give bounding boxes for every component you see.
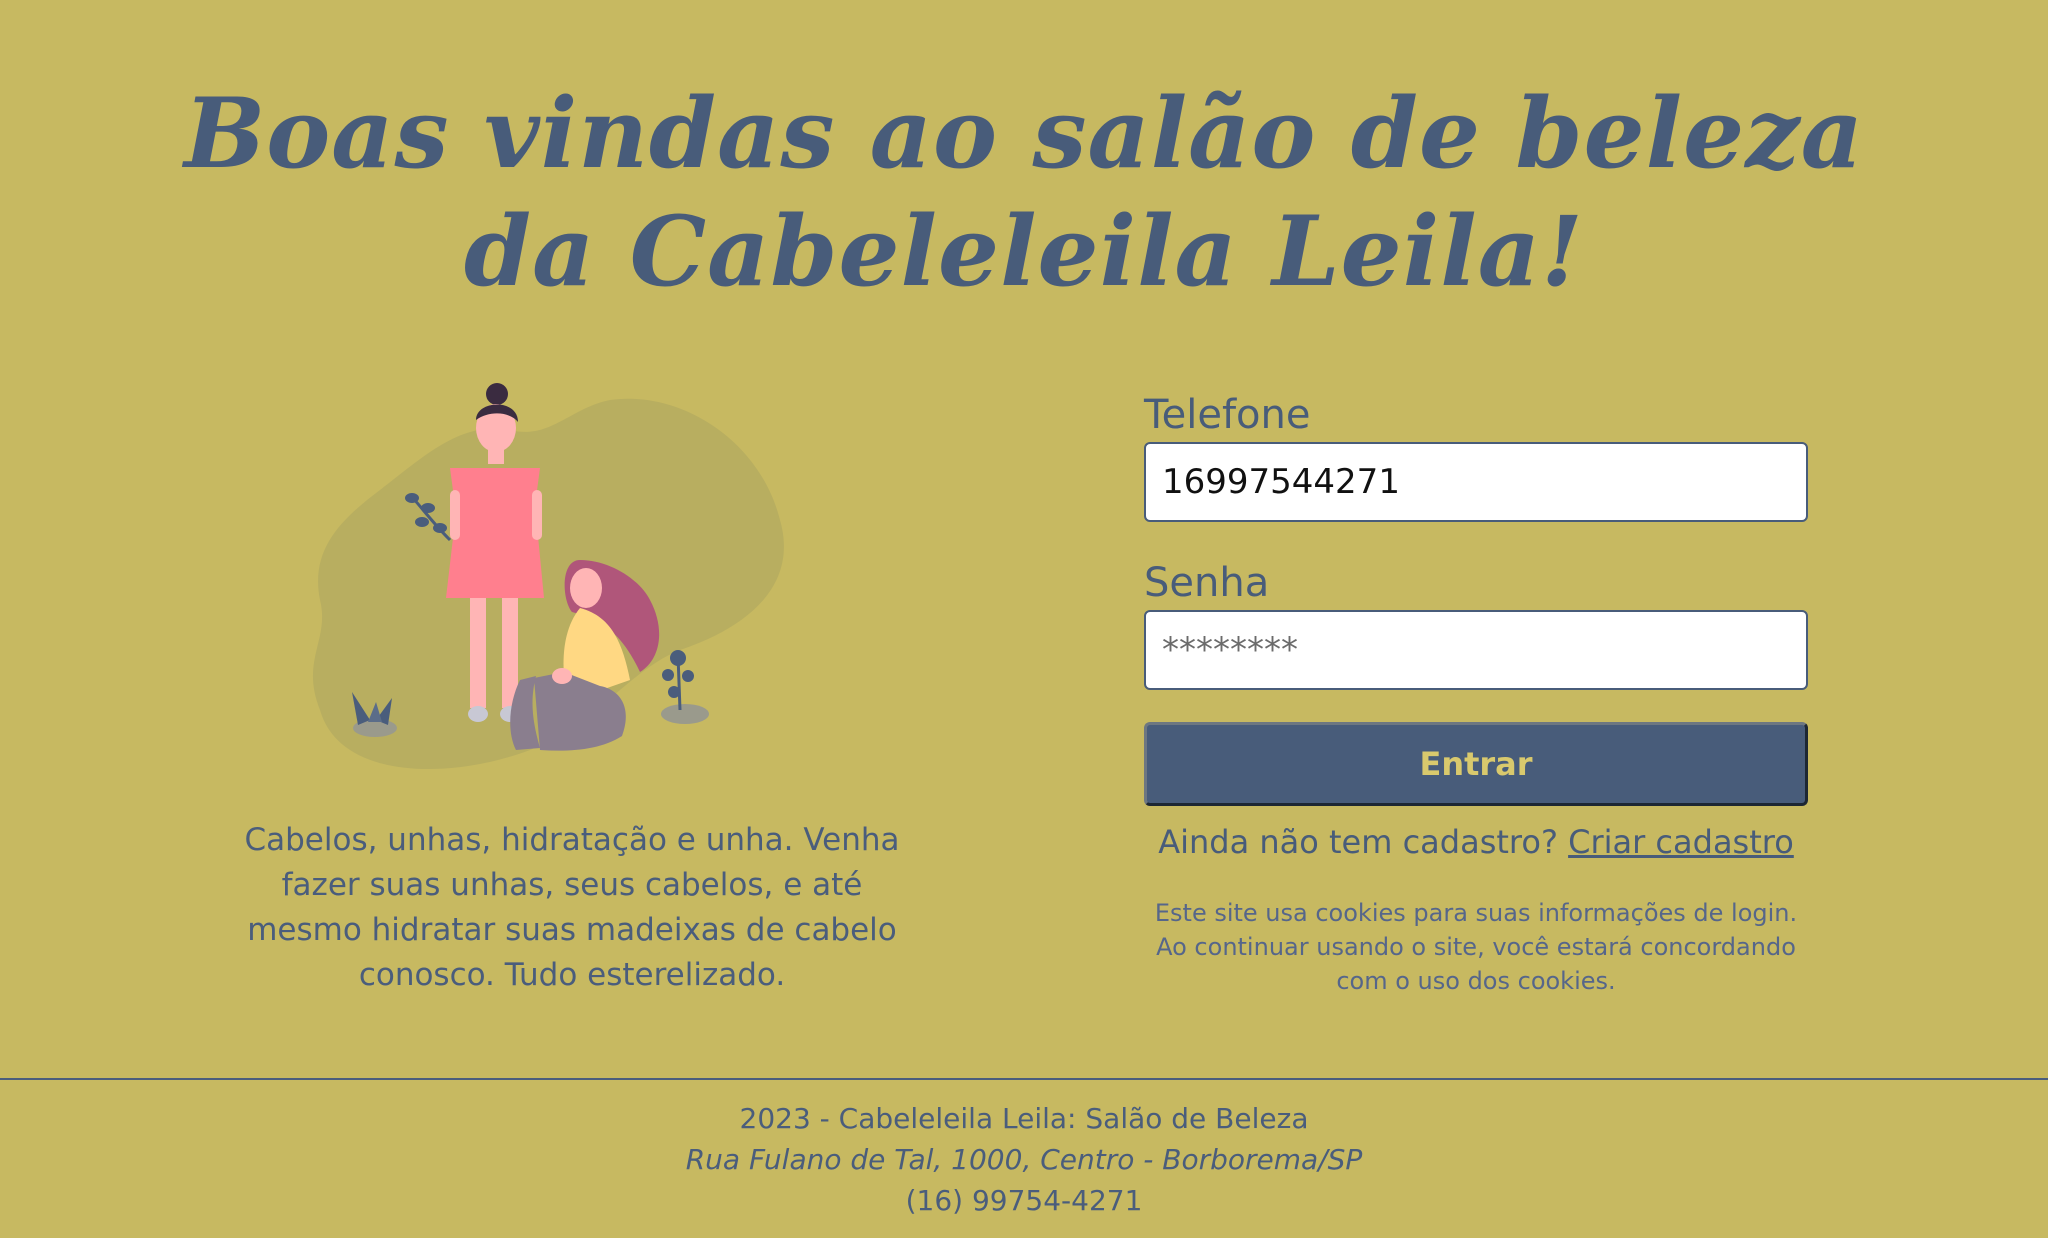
password-label: Senha: [1144, 560, 1270, 606]
page-title: Boas vindas ao salão de beleza da Cabele…: [184, 77, 1864, 308]
signup-prompt-text: Ainda não tem cadastro?: [1158, 823, 1558, 861]
salon-description: Cabelos, unhas, hidratação e unha. Venha…: [244, 822, 900, 993]
footer-address: Rua Fulano de Tal, 1000, Centro - Borbor…: [685, 1143, 1363, 1176]
login-form: Telefone Senha Entrar: [1144, 390, 1808, 806]
login-button[interactable]: Entrar: [1144, 722, 1808, 806]
footer-copyright: 2023 - Cabeleleila Leila: Salão de Belez…: [739, 1102, 1309, 1135]
create-account-link[interactable]: Criar cadastro: [1568, 823, 1794, 861]
salon-illustration: [300, 380, 840, 800]
password-input[interactable]: [1144, 610, 1808, 690]
women-illustration-image: [312, 383, 784, 770]
footer-phone: (16) 99754-4271: [905, 1184, 1143, 1217]
phone-label: Telefone: [1144, 392, 1311, 438]
page: Boas vindas ao salão de beleza da Cabele…: [0, 0, 2048, 1238]
signup-prompt: Ainda não tem cadastro? Criar cadastro: [1144, 820, 1808, 864]
footer: 2023 - Cabeleleila Leila: Salão de Belez…: [0, 1098, 2048, 1221]
phone-input[interactable]: [1144, 442, 1808, 522]
cookie-notice: Este site usa cookies para suas informaç…: [1154, 899, 1798, 995]
footer-divider: [0, 1078, 2048, 1080]
